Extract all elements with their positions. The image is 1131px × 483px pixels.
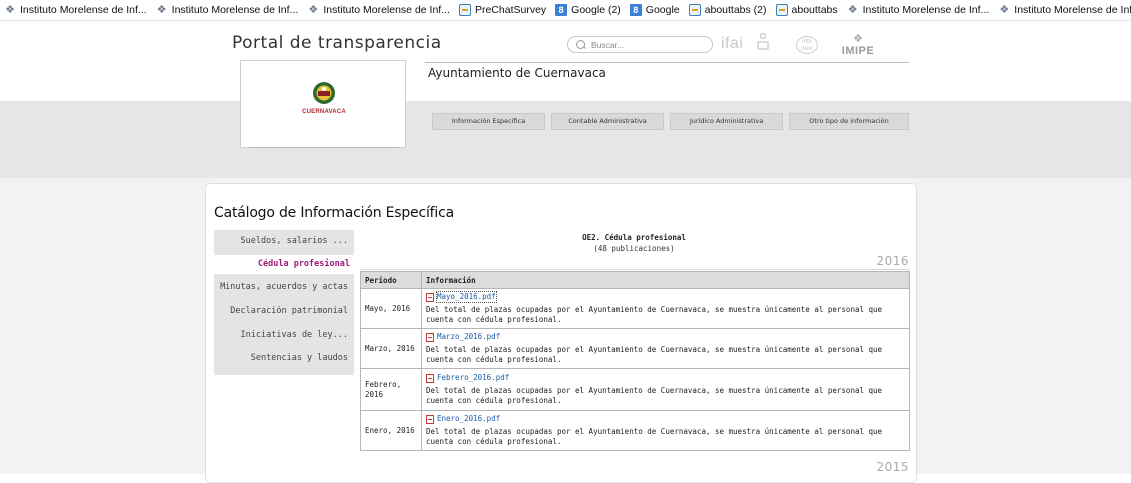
period-cell: Enero, 2016 xyxy=(360,410,422,451)
tab-otro-tipo-informacion[interactable]: Otro tipo de información xyxy=(789,113,909,130)
period-cell: Febrero, 2016 xyxy=(360,368,422,411)
period-cell: Mayo, 2016 xyxy=(360,288,422,329)
tab-juridico-administrativa[interactable]: Jurídico Administrativa xyxy=(670,113,783,130)
year-divider xyxy=(360,269,910,270)
bookmark-label: abouttabs (2) xyxy=(704,4,767,16)
page-icon xyxy=(688,4,701,16)
bookmarks-bar: ❖ Instituto Morelense de Inf... ❖ Institut… xyxy=(0,0,1131,21)
bookmark-item[interactable]: abouttabs xyxy=(775,4,838,16)
imipe-icon: ❖ xyxy=(5,4,15,16)
bookmark-item[interactable]: PreChatSurvey xyxy=(458,4,547,16)
organization-name: Ayuntamiento de Cuernavaca xyxy=(428,66,606,80)
page-icon xyxy=(458,4,471,16)
logo-text: CUERNAVACA xyxy=(302,109,346,115)
file-link[interactable]: Marzo_2016.pdf xyxy=(426,332,500,342)
information-cell: Marzo_2016.pdf Del total de plazas ocupa… xyxy=(421,328,910,369)
bookmark-label: Instituto Morelense de Inf... xyxy=(1014,4,1131,16)
sidebar-item-cedula-profesional[interactable]: Cédula profesional xyxy=(214,255,354,274)
file-link-label[interactable]: Mayo_2016.pdf xyxy=(436,291,497,304)
imipe-star-icon: ❖ xyxy=(853,32,863,45)
sidebar-item-declaracion[interactable]: Declaración patrimonial xyxy=(214,302,352,321)
tab-contable-administrativa[interactable]: Contable Administrativa xyxy=(551,113,664,130)
imipe-icon: ❖ xyxy=(156,4,167,16)
search-icon xyxy=(576,40,585,49)
bookmark-item[interactable]: abouttabs (2) xyxy=(688,4,767,16)
file-description: Del total de plazas ocupadas por el Ayun… xyxy=(426,426,883,446)
sidebar-item-iniciativas[interactable]: Iniciativas de ley... xyxy=(214,326,352,345)
table-header-row: Periodo Información xyxy=(360,271,910,289)
information-cell: Mayo_2016.pdf Del total de plazas ocupad… xyxy=(421,288,910,329)
cuernavaca-emblem-icon xyxy=(313,82,335,104)
imipe-icon: ❖ xyxy=(308,4,319,16)
logo-divider xyxy=(249,147,399,148)
google-icon: 8 xyxy=(555,4,568,16)
file-description: Del total de plazas ocupadas por el Ayun… xyxy=(426,344,883,364)
pdf-icon xyxy=(426,292,434,302)
search-input[interactable]: Buscar... xyxy=(567,36,713,53)
municipality-logo-card[interactable]: CUERNAVACA xyxy=(240,60,406,148)
file-description: Del total de plazas ocupadas por el Ayun… xyxy=(426,385,883,405)
sidebar-item-sentencias[interactable]: Sentencias y laudos xyxy=(214,349,352,368)
column-header-informacion: Información xyxy=(421,271,910,289)
google-icon: 8 xyxy=(629,4,642,16)
ifai-glyph-icon xyxy=(757,32,769,50)
bookmark-item[interactable]: ❖ Instituto Morelense de Inf... xyxy=(307,4,450,16)
bookmark-item[interactable]: ❖ Instituto Morelense de Inf... xyxy=(4,4,147,16)
sidebar-item-sueldos[interactable]: Sueldos, salarios ... xyxy=(214,232,352,251)
search-placeholder: Buscar... xyxy=(591,39,625,50)
header-divider xyxy=(425,62,909,63)
bookmark-label: PreChatSurvey xyxy=(474,4,547,16)
publications-table: Periodo Información Mayo, 2016 Mayo_2016… xyxy=(360,271,910,451)
information-cell: Febrero_2016.pdf Del total de plazas ocu… xyxy=(421,368,910,411)
file-description: Del total de plazas ocupadas por el Ayun… xyxy=(426,304,883,324)
ifai-logo[interactable]: ifai xyxy=(721,35,743,53)
table-row: Marzo, 2016 Marzo_2016.pdf Del total de … xyxy=(360,328,910,369)
section-count: (48 publicaciones) xyxy=(593,244,675,253)
information-cell: Enero_2016.pdf Del total de plazas ocupa… xyxy=(421,410,910,451)
table-row: Febrero, 2016 Febrero_2016.pdf Del total… xyxy=(360,368,910,411)
pdf-icon xyxy=(426,373,434,383)
file-link-label[interactable]: Marzo_2016.pdf xyxy=(437,332,500,342)
bookmark-label: Instituto Morelense de Inf... xyxy=(862,4,990,16)
year-heading: 2016 xyxy=(876,254,909,268)
page-icon xyxy=(775,4,788,16)
imipe-logo-text: IMIPE xyxy=(841,45,875,57)
table-row: Mayo, 2016 Mayo_2016.pdf Del total de pl… xyxy=(360,288,910,329)
bookmark-label: Google (2) xyxy=(571,4,621,16)
bookmark-label: Instituto Morelense de Inf... xyxy=(20,4,147,16)
tab-informacion-especifica[interactable]: Información Específica xyxy=(432,113,545,130)
imipe-logo[interactable]: ❖ IMIPE xyxy=(836,33,880,61)
year-heading: 2015 xyxy=(876,460,909,474)
bookmark-label: Instituto Morelense de Inf... xyxy=(171,4,299,16)
catalog-sidebar: Sueldos, salarios ... Cédula profesional… xyxy=(214,230,354,375)
column-header-periodo: Periodo xyxy=(360,271,422,289)
bookmark-label: Google xyxy=(645,4,680,16)
imipe-icon: ❖ xyxy=(999,4,1010,16)
file-link[interactable]: Enero_2016.pdf xyxy=(426,414,500,424)
file-link[interactable]: Mayo_2016.pdf xyxy=(426,291,497,304)
section-title: OE2. Cédula profesional xyxy=(582,233,686,242)
infomex-logo[interactable]: info mex xyxy=(796,36,818,54)
header-background xyxy=(0,21,1131,101)
pdf-icon xyxy=(426,414,434,424)
bookmark-label: abouttabs xyxy=(791,4,838,16)
bookmark-item[interactable]: ❖ Instituto Morelense de Inf... xyxy=(847,4,990,16)
bookmark-item[interactable]: 8 Google (2) xyxy=(555,4,621,16)
file-link[interactable]: Febrero_2016.pdf xyxy=(426,373,509,383)
pdf-icon xyxy=(426,332,434,342)
imipe-icon: ❖ xyxy=(847,4,858,16)
bookmark-item[interactable]: ❖ Instituto Morelense de Inf... xyxy=(156,4,299,16)
table-row: Enero, 2016 Enero_2016.pdf Del total de … xyxy=(360,410,910,451)
file-link-label[interactable]: Febrero_2016.pdf xyxy=(437,373,509,383)
file-link-label[interactable]: Enero_2016.pdf xyxy=(437,414,500,424)
sidebar-item-minutas[interactable]: Minutas, acuerdos y actas xyxy=(214,278,352,297)
portal-title: Portal de transparencia xyxy=(232,33,442,53)
catalog-title: Catálogo de Información Específica xyxy=(214,205,454,221)
period-cell: Marzo, 2016 xyxy=(360,328,422,369)
bookmark-item[interactable]: ❖ Instituto Morelense de Inf... xyxy=(998,4,1131,16)
bookmark-label: Instituto Morelense de Inf... xyxy=(323,4,450,16)
bookmark-item[interactable]: 8 Google xyxy=(629,4,680,16)
